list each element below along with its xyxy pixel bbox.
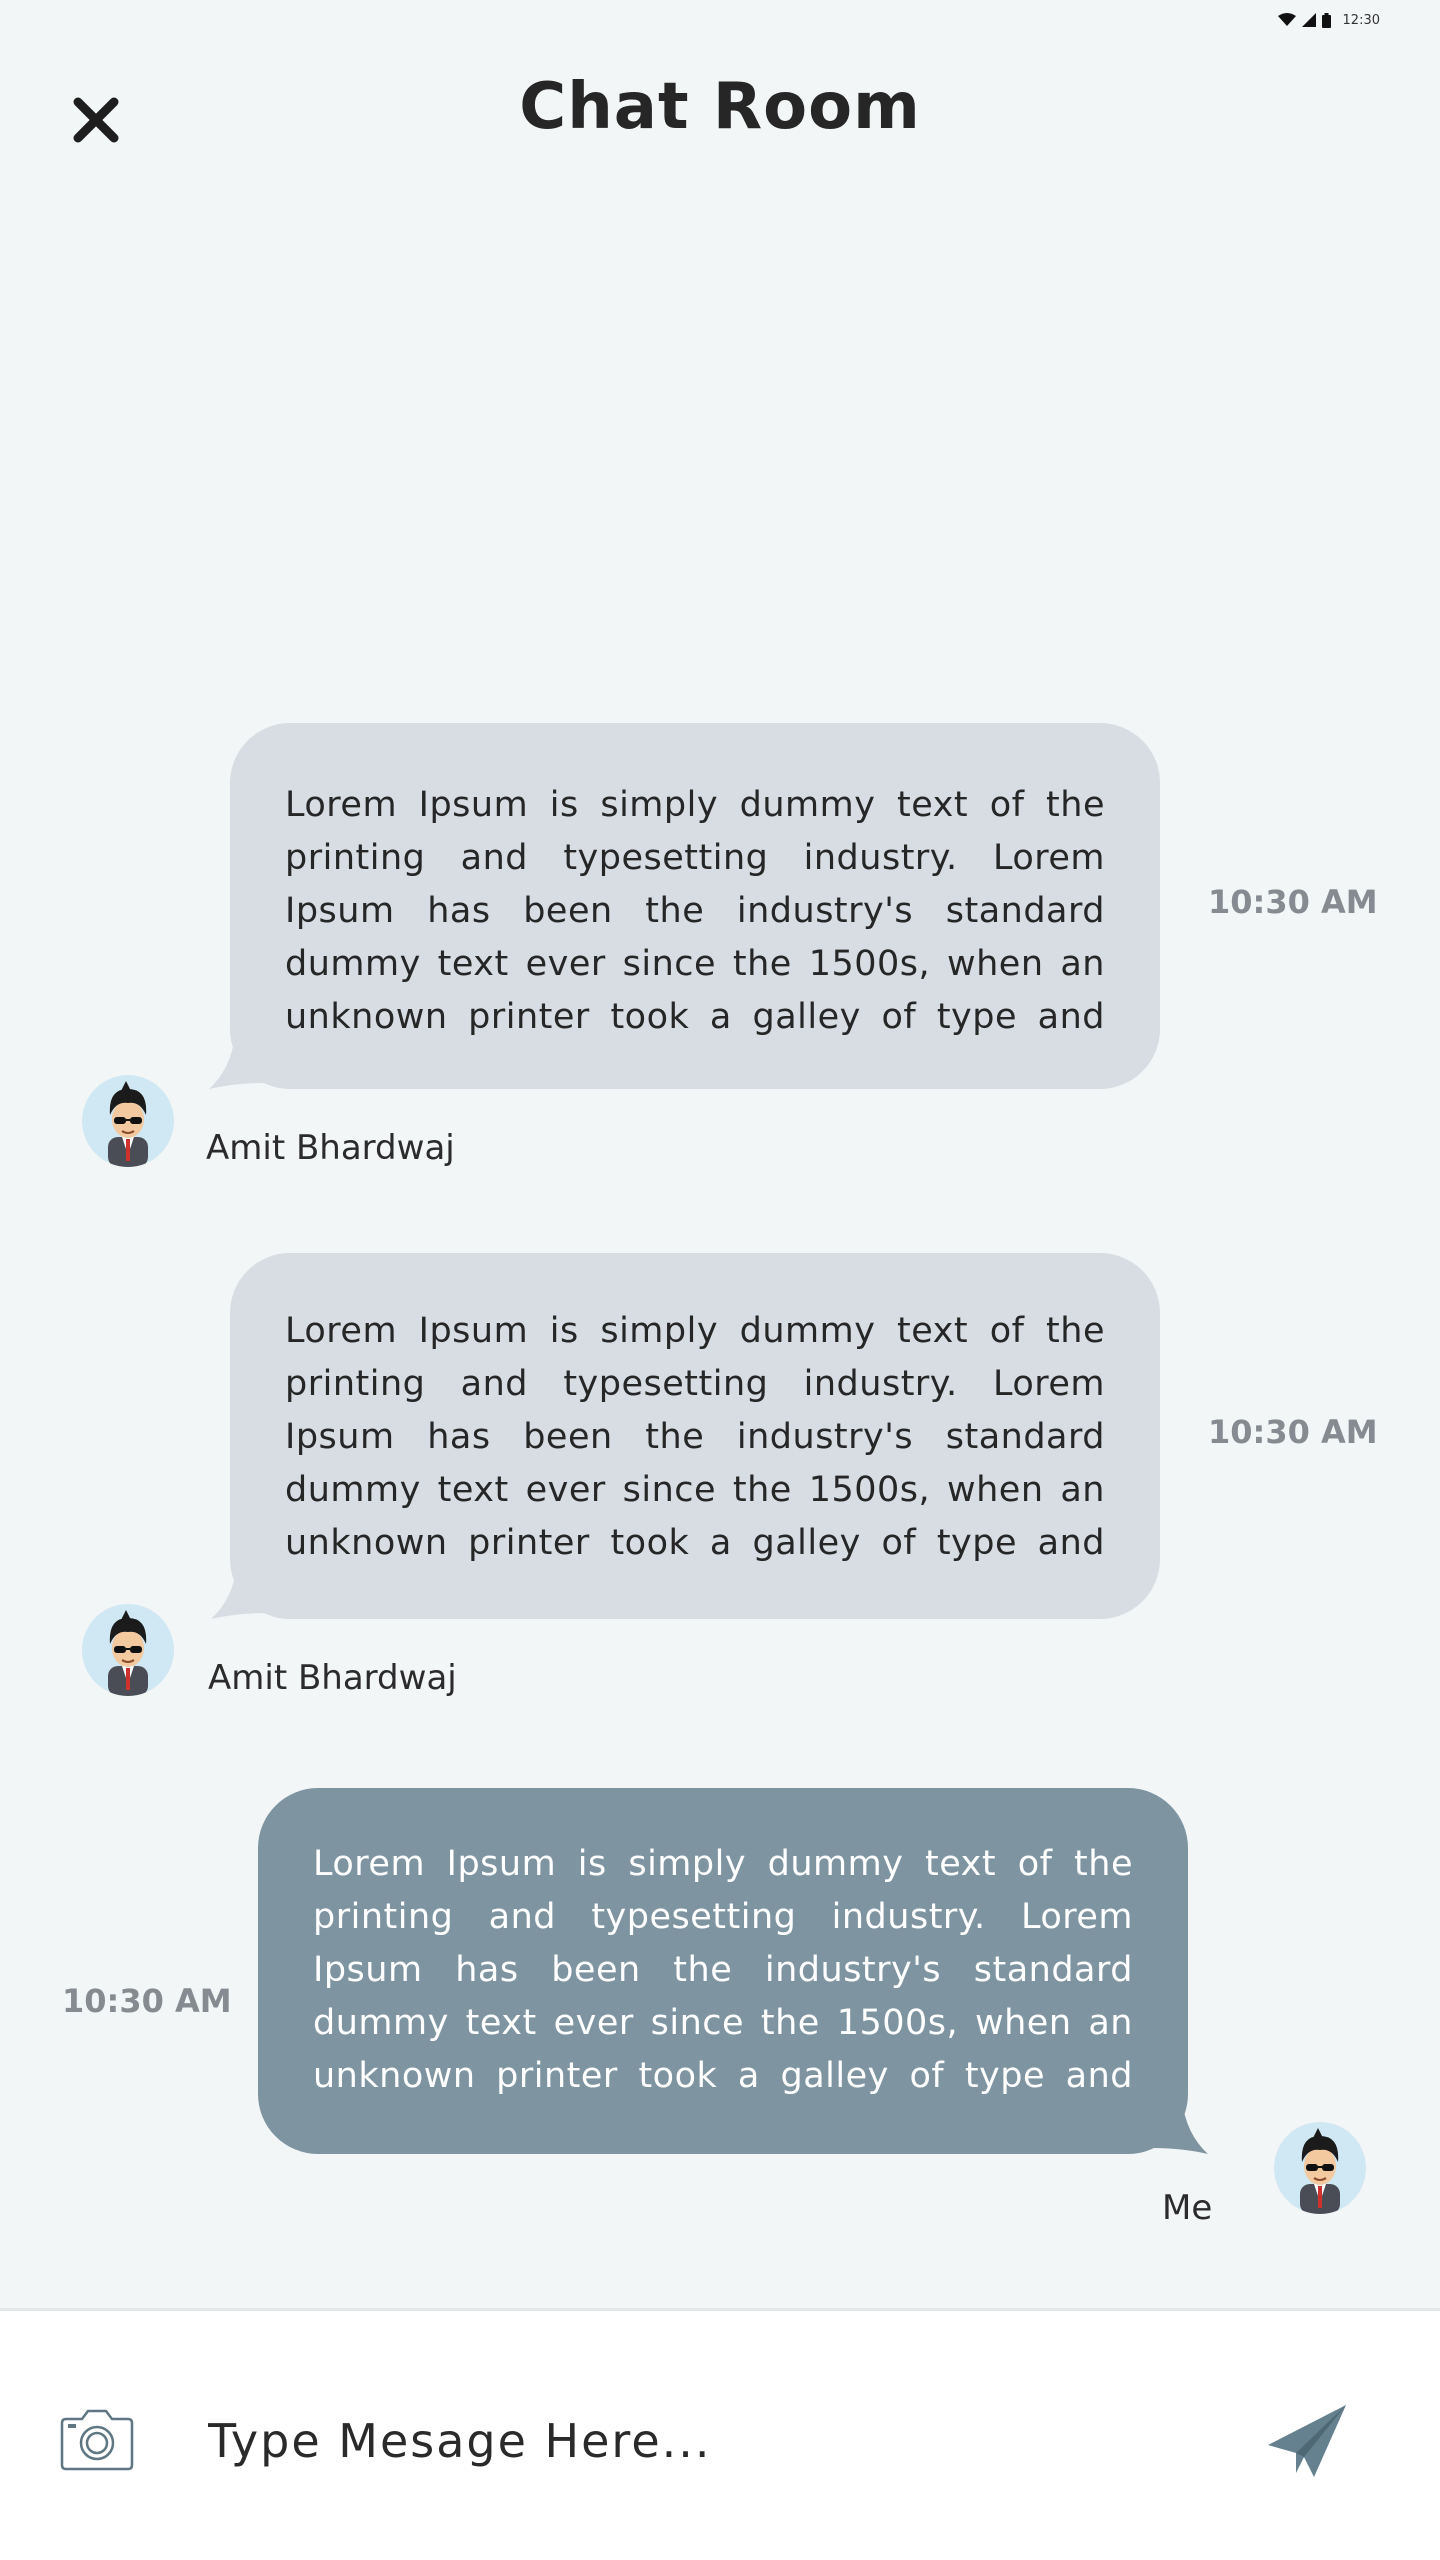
message-text: Lorem Ipsum is simply dummy text of the … [285, 1311, 1105, 1563]
message-time: 10:30 AM [1208, 1413, 1378, 1451]
bubble-tail [209, 1035, 265, 1089]
message-bubble[interactable]: Lorem Ipsum is simply dummy text of the … [230, 723, 1160, 1089]
bubble-tail [211, 1565, 267, 1619]
sender-name: Me [1162, 2188, 1213, 2228]
avatar[interactable] [82, 1604, 174, 1696]
message-time: 10:30 AM [1208, 883, 1378, 921]
send-icon [1268, 2405, 1346, 2477]
sender-name: Amit Bhardwaj [206, 1128, 455, 1168]
avatar[interactable] [82, 1075, 174, 1167]
bubble-tail [1152, 2100, 1208, 2154]
message-bubble[interactable]: Lorem Ipsum is simply dummy text of the … [258, 1788, 1188, 2154]
camera-icon [60, 2409, 134, 2471]
battery-icon [1321, 12, 1331, 28]
signal-icon [1301, 13, 1316, 27]
send-button[interactable] [1266, 2403, 1348, 2479]
wifi-icon [1277, 13, 1296, 26]
status-clock: 12:30 [1342, 12, 1380, 28]
message-time: 10:30 AM [62, 1982, 232, 2020]
sender-name: Amit Bhardwaj [208, 1658, 457, 1698]
message-input[interactable] [208, 2391, 1188, 2491]
message-composer [0, 2308, 1440, 2560]
page-title: Chat Room [519, 70, 921, 144]
camera-button[interactable] [58, 2407, 136, 2473]
message-text: Lorem Ipsum is simply dummy text of the … [313, 1844, 1133, 2096]
message-bubble[interactable]: Lorem Ipsum is simply dummy text of the … [230, 1253, 1160, 1619]
avatar[interactable] [1274, 2122, 1366, 2214]
message-text: Lorem Ipsum is simply dummy text of the … [285, 785, 1105, 1037]
status-bar: 12:30 [1277, 8, 1380, 32]
